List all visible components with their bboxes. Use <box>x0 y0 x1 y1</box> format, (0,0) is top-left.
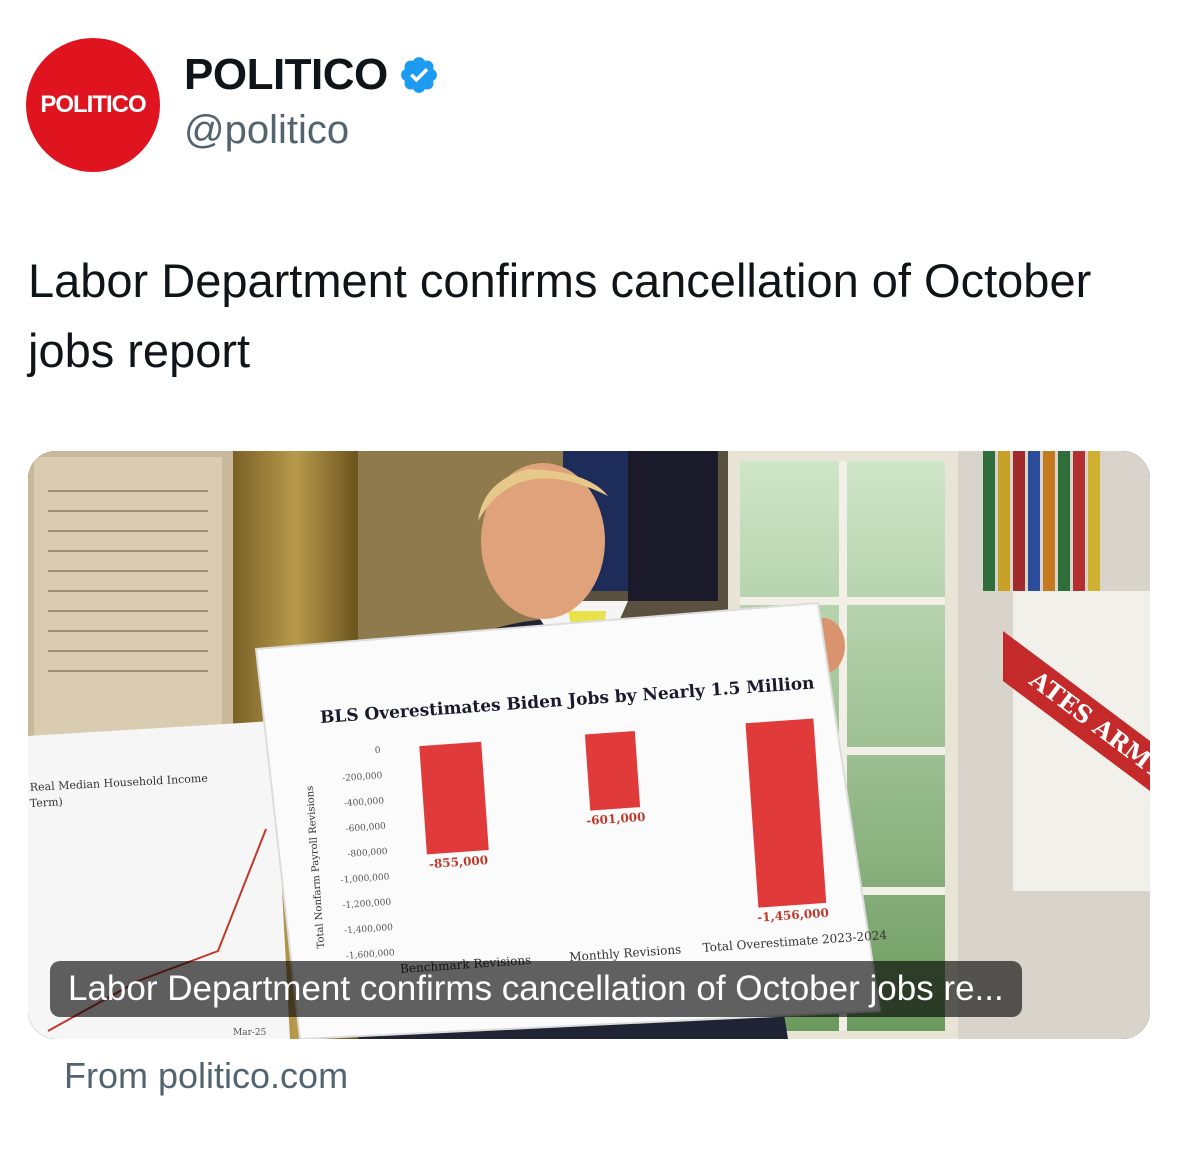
card-source[interactable]: From politico.com <box>64 1055 348 1097</box>
link-card[interactable]: ATES ARMY Real Median Household Income T… <box>28 451 1150 1039</box>
sign-bar <box>419 741 489 855</box>
verified-badge-icon <box>400 57 437 93</box>
handle[interactable]: @politico <box>184 108 349 153</box>
card-photo: ATES ARMY Real Median Household Income T… <box>28 451 1150 1039</box>
tweet-text: Labor Department confirms cancellation o… <box>28 254 1092 377</box>
left-sign-subtitle: Term) <box>29 795 63 810</box>
author-name-row: POLITICO <box>184 50 440 100</box>
avatar-logo-text: POLITICO <box>40 91 146 118</box>
display-name[interactable]: POLITICO <box>184 50 388 100</box>
sign-bar <box>745 718 827 908</box>
sign-bar <box>584 731 641 811</box>
card-title[interactable]: Labor Department confirms cancellation o… <box>50 961 1022 1017</box>
avatar[interactable]: POLITICO <box>26 38 160 172</box>
sign-ytick: 0 <box>374 746 381 756</box>
left-sign-xtick: Mar-25 <box>233 1028 267 1038</box>
